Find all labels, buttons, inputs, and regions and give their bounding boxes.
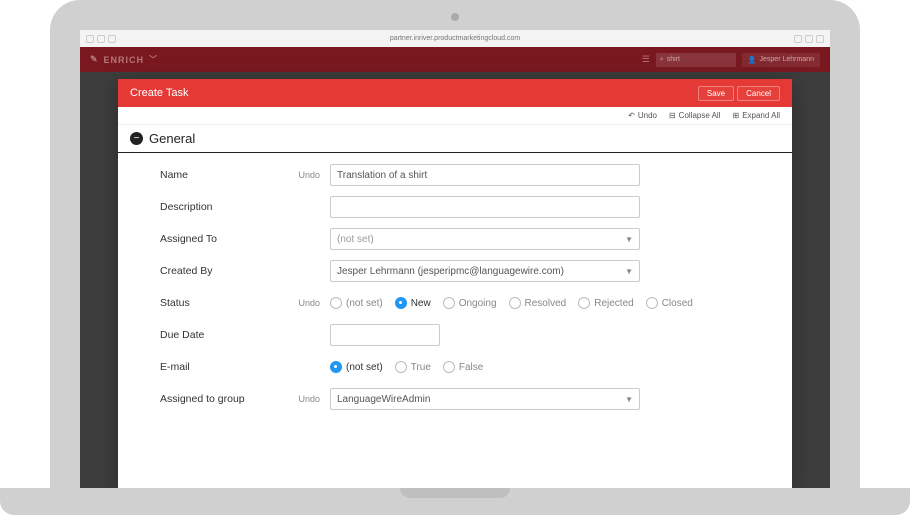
field-name-row: Name Undo: [160, 159, 750, 191]
undo-button[interactable]: ↶ Undo: [628, 111, 657, 120]
email-option-false[interactable]: False: [443, 361, 483, 373]
select-value: LanguageWireAdmin: [337, 394, 430, 405]
modal-title: Create Task: [130, 87, 189, 99]
field-label: Assigned to group: [160, 393, 290, 405]
search-input[interactable]: ⌕ shirt: [656, 53, 736, 67]
expand-icon: ⊞: [732, 111, 739, 120]
browser-chrome: partner.inriver.productmarketingcloud.co…: [80, 30, 830, 47]
radio-icon: [578, 297, 590, 309]
radio-icon: [395, 297, 407, 309]
email-option-not-set[interactable]: (not set): [330, 361, 383, 373]
field-label: Assigned To: [160, 233, 290, 245]
radio-icon: [330, 297, 342, 309]
status-option-rejected[interactable]: Rejected: [578, 297, 633, 309]
field-label: Description: [160, 201, 290, 213]
field-description-row: Description: [160, 191, 750, 223]
create-task-modal: Create Task Save Cancel ↶ Undo ⊟: [118, 79, 792, 488]
laptop-mockup: partner.inriver.productmarketingcloud.co…: [0, 0, 910, 515]
field-label: Created By: [160, 265, 290, 277]
menu-icon[interactable]: ☰: [642, 54, 650, 65]
radio-icon: [443, 361, 455, 373]
laptop-camera: [451, 13, 459, 21]
search-value: shirt: [667, 56, 680, 63]
expand-all-button[interactable]: ⊞ Expand All: [732, 111, 780, 120]
section-general-header[interactable]: − General: [118, 125, 792, 153]
select-value: (not set): [337, 234, 374, 245]
undo-icon: ↶: [628, 111, 635, 120]
description-input[interactable]: [330, 196, 640, 218]
browser-forward-button[interactable]: [97, 35, 105, 43]
form-body: Name Undo Description: [118, 153, 792, 415]
chevron-down-icon: ▼: [625, 267, 633, 276]
modal-header: Create Task Save Cancel: [118, 79, 792, 107]
assigned-group-select[interactable]: LanguageWireAdmin ▼: [330, 388, 640, 410]
browser-url-bar[interactable]: partner.inriver.productmarketingcloud.co…: [120, 35, 790, 42]
browser-back-button[interactable]: [86, 35, 94, 43]
save-button[interactable]: Save: [698, 86, 734, 101]
laptop-notch: [400, 488, 510, 498]
field-undo-button[interactable]: Undo: [290, 298, 330, 308]
select-value: Jesper Lehrmann (jesperipmc@languagewire…: [337, 266, 564, 277]
status-option-not-set[interactable]: (not set): [330, 297, 383, 309]
chevron-down-icon: ▼: [625, 235, 633, 244]
radio-icon: [646, 297, 658, 309]
email-radio-group: (not set) True False: [330, 361, 750, 373]
radio-icon: [443, 297, 455, 309]
radio-icon: [509, 297, 521, 309]
assigned-to-select[interactable]: (not set) ▼: [330, 228, 640, 250]
field-label: Name: [160, 169, 290, 181]
cancel-button[interactable]: Cancel: [737, 86, 780, 101]
field-created-by-row: Created By Jesper Lehrmann (jesperipmc@l…: [160, 255, 750, 287]
field-label: Status: [160, 297, 290, 309]
search-icon: ⌕: [660, 56, 664, 64]
name-input[interactable]: [330, 164, 640, 186]
user-label: Jesper Lehrmann: [760, 56, 814, 63]
app-header: ✎ ENRICH ﹀ ☰ ⌕ shirt 👤 Jesper Lehrmann: [80, 47, 830, 72]
app-title: ENRICH: [104, 55, 145, 65]
status-option-new[interactable]: New: [395, 297, 431, 309]
modal-toolbar: ↶ Undo ⊟ Collapse All ⊞ Expand All: [118, 107, 792, 125]
browser-refresh-button[interactable]: [108, 35, 116, 43]
collapse-all-button[interactable]: ⊟ Collapse All: [669, 111, 721, 120]
status-option-resolved[interactable]: Resolved: [509, 297, 567, 309]
field-assigned-group-row: Assigned to group Undo LanguageWireAdmin…: [160, 383, 750, 415]
status-option-closed[interactable]: Closed: [646, 297, 693, 309]
field-status-row: Status Undo (not set) New: [160, 287, 750, 319]
status-option-ongoing[interactable]: Ongoing: [443, 297, 497, 309]
browser-share-button[interactable]: [805, 35, 813, 43]
minus-circle-icon: −: [130, 132, 143, 145]
chevron-down-icon: ▼: [625, 395, 633, 404]
field-assigned-to-row: Assigned To (not set) ▼: [160, 223, 750, 255]
created-by-select[interactable]: Jesper Lehrmann (jesperipmc@languagewire…: [330, 260, 640, 282]
radio-icon: [395, 361, 407, 373]
field-undo-button[interactable]: Undo: [290, 394, 330, 404]
field-due-date-row: Due Date: [160, 319, 750, 351]
laptop-base: [0, 488, 910, 515]
user-icon: 👤: [748, 56, 757, 64]
field-label: Due Date: [160, 329, 290, 341]
user-menu-button[interactable]: 👤 Jesper Lehrmann: [742, 53, 820, 67]
email-option-true[interactable]: True: [395, 361, 431, 373]
collapse-icon: ⊟: [669, 111, 676, 120]
browser-reader-button[interactable]: [794, 35, 802, 43]
due-date-input[interactable]: [330, 324, 440, 346]
edit-icon: ✎: [90, 54, 99, 65]
chevron-down-icon[interactable]: ﹀: [149, 54, 158, 65]
field-undo-button[interactable]: Undo: [290, 170, 330, 180]
field-label: E-mail: [160, 361, 290, 373]
radio-icon: [330, 361, 342, 373]
browser-tabs-button[interactable]: [816, 35, 824, 43]
status-radio-group: (not set) New Ongoing: [330, 297, 750, 309]
section-title: General: [149, 131, 195, 146]
field-email-row: E-mail (not set) True: [160, 351, 750, 383]
